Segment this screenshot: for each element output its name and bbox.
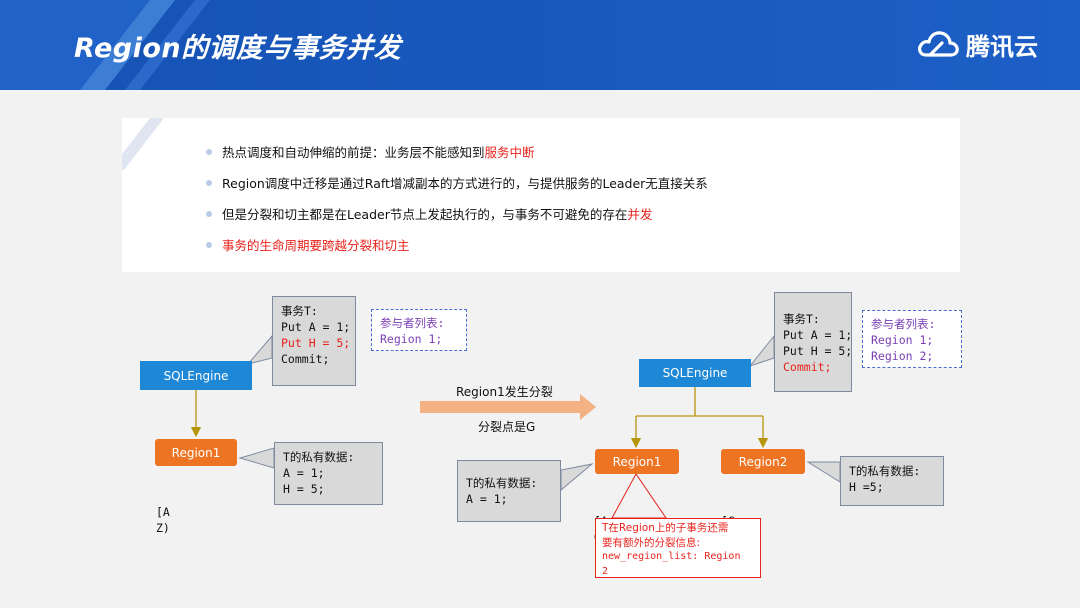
left-participants-list: 参与者列表: Region 1;	[371, 309, 467, 351]
right-txn-callout-pointer	[748, 334, 775, 368]
range-start: [A	[156, 505, 170, 519]
bullet-highlight: 服务中断	[484, 145, 535, 160]
slide-header: Region的调度与事务并发 腾讯云	[0, 0, 1080, 90]
left-sqlengine-label: SQLEngine	[163, 368, 229, 383]
text-line: Put H = 5;	[783, 344, 853, 358]
note-line: 要有额外的分裂信息:	[602, 536, 701, 549]
right-sqlengine-label: SQLEngine	[662, 366, 728, 380]
bullet-text: 热点调度和自动伸缩的前提：业务层不能感知到	[222, 145, 485, 160]
bullet-item: 热点调度和自动伸缩的前提：业务层不能感知到 服务中断	[206, 142, 535, 161]
left-private-callout-pointer	[238, 447, 275, 469]
text-line: 参与者列表:	[871, 317, 936, 331]
split-point-caption: 分裂点是G	[478, 420, 536, 434]
split-info-note: T在Region上的子事务还需 要有额外的分裂信息: new_region_list…	[595, 518, 761, 578]
cloud-logo-icon	[918, 31, 959, 57]
logo-text: 腾讯云	[966, 32, 1038, 61]
region1-private-callout-pointer	[560, 463, 594, 492]
text-line: 事务T:	[281, 304, 318, 318]
right-region1-box: Region1	[595, 449, 679, 474]
bullet-item: Region调度中迁移是通过Raft增减副本的方式进行的，与提供服务的Leade…	[206, 173, 708, 192]
text-line: T的私有数据:	[849, 464, 921, 478]
bullet-dot-icon	[206, 179, 212, 186]
right-region2-box: Region2	[721, 449, 805, 474]
left-region1-label: Region1	[171, 445, 221, 460]
slide-title: Region的调度与事务并发	[74, 33, 402, 64]
region2-private-callout-pointer	[806, 461, 841, 483]
left-region1-range: [A Z)	[156, 472, 170, 552]
text-line: T的私有数据:	[283, 450, 355, 464]
note-line: T在Region上的子事务还需	[602, 522, 729, 534]
text-line: 参与者列表:	[380, 316, 445, 330]
bullet-dot-icon	[206, 148, 212, 155]
text-line: Put H = 5;	[281, 336, 351, 350]
right-region2-label: Region2	[738, 454, 788, 469]
right-sqlengine-box: SQLEngine	[639, 359, 751, 387]
text-line: Commit;	[783, 360, 832, 374]
note-pointer	[611, 473, 667, 519]
right-participants-list: 参与者列表: Region 1; Region 2;	[862, 310, 962, 368]
bullet-panel: 热点调度和自动伸缩的前提：业务层不能感知到 服务中断 Region调度中迁移是通过R…	[122, 118, 960, 272]
text-line: Region 1;	[871, 333, 934, 347]
bullet-dot-icon	[206, 210, 212, 217]
text-line: 事务T:	[783, 312, 820, 326]
text-line: Commit;	[281, 352, 330, 366]
text-line: Region 1;	[380, 332, 443, 346]
bullet-item: 但是分裂和切主都是在Leader节点上发起执行的，与事务不可避免的存在 并发	[206, 204, 652, 223]
range-end: Z)	[156, 521, 170, 535]
left-txn-callout-pointer	[246, 334, 273, 365]
bullet-text: 事务的生命周期要跨越分裂和切主	[222, 238, 410, 253]
left-sqlengine-box: SQLEngine	[140, 361, 252, 390]
text-line: H =5;	[849, 480, 884, 494]
left-private-data-callout: T的私有数据: A = 1; H = 5;	[274, 442, 383, 505]
bullet-text: 但是分裂和切主都是在Leader节点上发起执行的，与事务不可避免的存在	[222, 207, 628, 222]
bullet-highlight: 并发	[627, 207, 653, 222]
bullet-item: 事务的生命周期要跨越分裂和切主	[206, 235, 410, 254]
region2-private-data-callout: T的私有数据: H =5;	[840, 456, 944, 506]
text-line: H = 5;	[283, 482, 325, 496]
left-transaction-callout: 事务T: Put A = 1; Put H = 5; Commit;	[272, 296, 356, 386]
right-transaction-callout: 事务T: Put A = 1; Put H = 5; Commit;	[774, 292, 852, 392]
note-line: new_region_list: Region	[602, 551, 741, 562]
panel-corner-decoration	[122, 118, 164, 170]
text-line: Put A = 1;	[281, 320, 351, 334]
right-region1-label: Region1	[612, 454, 662, 469]
text-line: T的私有数据:	[466, 476, 538, 490]
text-line: Region 2;	[871, 349, 934, 363]
bullet-text: Region调度中迁移是通过Raft增减副本的方式进行的，与提供服务的Leade…	[222, 176, 708, 191]
text-line: A = 1;	[283, 466, 325, 480]
bullet-dot-icon	[206, 241, 212, 248]
tencent-cloud-logo: 腾讯云	[916, 26, 1038, 62]
text-line: Put A = 1;	[783, 328, 853, 342]
left-region1-box: Region1	[155, 439, 237, 466]
note-line: 2	[602, 565, 609, 577]
split-event-caption: Region1发生分裂	[456, 385, 553, 399]
region1-private-data-callout: T的私有数据: A = 1;	[457, 460, 561, 522]
text-line: A = 1;	[466, 492, 508, 506]
